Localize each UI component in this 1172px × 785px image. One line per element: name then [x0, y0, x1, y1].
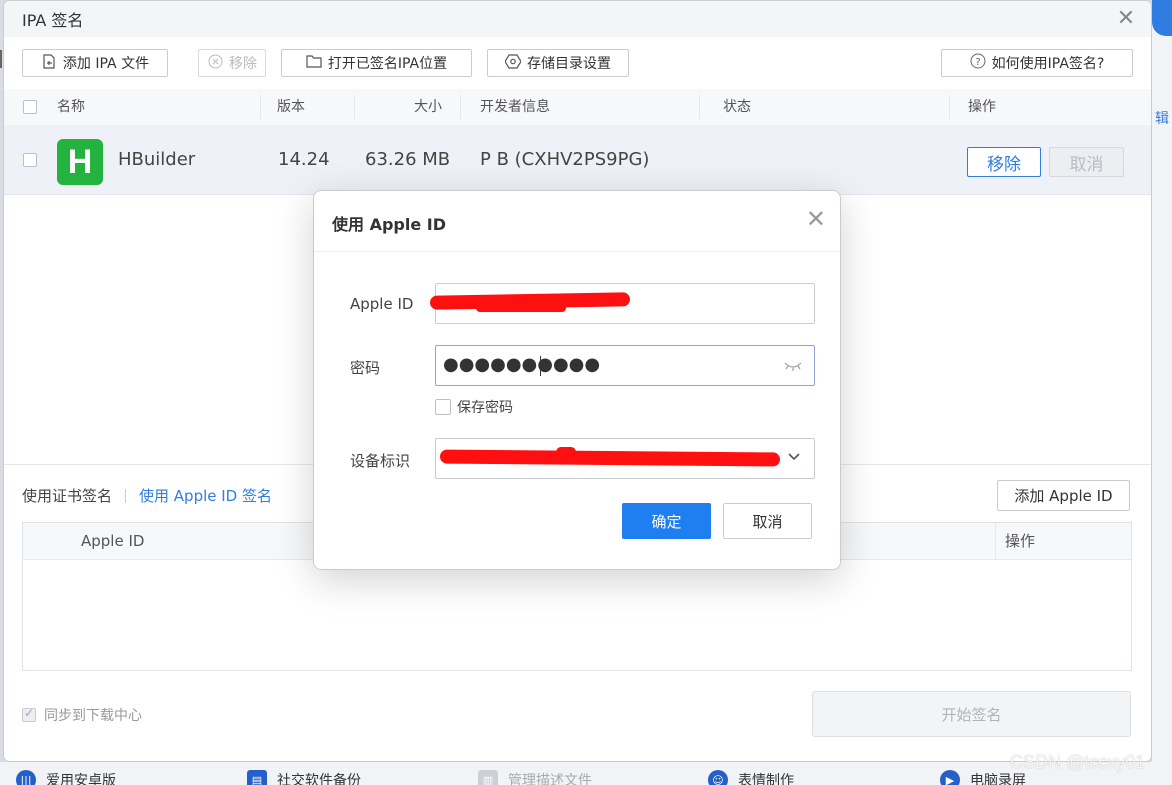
emoji-icon: ☺ [708, 770, 728, 785]
row-remove-button[interactable]: 移除 [967, 147, 1041, 177]
android-app-icon: ||| [16, 770, 36, 785]
add-apple-id-button[interactable]: 添加 Apple ID [997, 480, 1130, 511]
svg-text:?: ? [975, 57, 980, 68]
row-cancel-button[interactable]: 取消 [1049, 147, 1124, 177]
header-divider [949, 95, 950, 119]
tab-apple-id-sign[interactable]: 使用 Apple ID 签名 [139, 485, 272, 506]
add-ipa-label: 添加 IPA 文件 [62, 56, 150, 72]
select-all-checkbox[interactable] [23, 100, 37, 114]
header-size: 大小 [414, 99, 442, 115]
text-caret [540, 356, 541, 376]
header-divider [260, 95, 261, 119]
taskbar-item-label: 爱用安卓版 [46, 773, 116, 785]
header-divider [354, 95, 355, 119]
header-apple-id-action: 操作 [1005, 532, 1036, 550]
sign-mode-tabs: 使用证书签名 使用 Apple ID 签名 [22, 485, 272, 506]
tab-separator [125, 488, 127, 503]
password-label: 密码 [350, 359, 381, 377]
apple-id-label: Apple ID [350, 295, 414, 313]
cancel-button[interactable]: 取消 [723, 503, 812, 539]
profile-icon: ▥ [478, 770, 498, 785]
dialog-title: 使用 Apple ID [332, 215, 447, 234]
background-header-corner [1152, 0, 1172, 36]
device-select[interactable] [435, 438, 815, 479]
save-password-option[interactable]: 保存密码 [435, 397, 513, 417]
sync-checkbox[interactable] [22, 706, 36, 722]
remove-circle-icon [207, 54, 223, 73]
folder-icon [306, 54, 322, 72]
row-version: 14.24 [278, 149, 330, 170]
storage-settings-label: 存储目录设置 [527, 56, 611, 72]
remove-button[interactable]: 移除 [198, 49, 266, 77]
storage-settings-button[interactable]: 存储目录设置 [487, 49, 629, 77]
row-checkbox[interactable] [23, 153, 37, 171]
header-divider [699, 95, 700, 119]
save-password-checkbox[interactable] [435, 399, 451, 415]
add-ipa-button[interactable]: 添加 IPA 文件 [22, 49, 168, 77]
header-apple-id: Apple ID [81, 532, 145, 550]
device-label: 设备标识 [350, 452, 411, 470]
header-status: 状态 [723, 99, 751, 115]
taskbar-item[interactable]: ▥ 管理描述文件 [478, 770, 592, 785]
taskbar-item[interactable]: ☺ 表情制作 [708, 770, 794, 785]
background-app-edge: 辑 [1152, 0, 1172, 785]
taskbar-item[interactable]: ▤ 社交软件备份 [247, 770, 361, 785]
window-title: IPA 签名 [22, 11, 84, 30]
row-app-name: HBuilder [118, 149, 196, 170]
help-button[interactable]: ? 如何使用IPA签名? [941, 49, 1133, 77]
password-input[interactable]: ●●●●●●●●●● [435, 345, 815, 386]
dialog-divider [314, 251, 840, 252]
backup-icon: ▤ [247, 770, 267, 785]
screen-record-icon: ▶ [940, 770, 960, 785]
toolbar: 添加 IPA 文件 移除 打开已签名IPA位置 存储目录设置 ? 如何使用IPA… [4, 37, 1151, 89]
header-divider [995, 523, 996, 560]
table-row[interactable]: H HBuilder 14.24 63.26 MB P B (CXHV2PS9P… [4, 125, 1151, 195]
header-version: 版本 [277, 99, 305, 115]
settings-icon [504, 53, 522, 73]
eye-closed-icon[interactable] [784, 356, 802, 375]
confirm-button[interactable]: 确定 [622, 503, 711, 539]
apple-id-redaction [476, 304, 566, 312]
help-label: 如何使用IPA签名? [991, 56, 1105, 72]
window-titlebar: IPA 签名 [4, 1, 1151, 37]
dialog-close-icon[interactable]: ✕ [806, 207, 826, 231]
chevron-down-icon[interactable] [786, 448, 802, 464]
header-action: 操作 [968, 99, 996, 115]
header-name: 名称 [57, 99, 85, 115]
remove-label: 移除 [229, 56, 257, 72]
header-divider [460, 95, 461, 119]
password-value: ●●●●●●●●●● [443, 354, 601, 375]
hbuilder-app-icon: H [57, 139, 103, 185]
open-signed-location-button[interactable]: 打开已签名IPA位置 [281, 49, 472, 77]
help-icon: ? [970, 53, 986, 73]
start-sign-button[interactable]: 开始签名 [812, 691, 1131, 737]
taskbar-item-label: 表情制作 [738, 773, 794, 785]
device-redaction [556, 447, 576, 457]
watermark: CSDN @tccxy01 [1010, 752, 1146, 772]
tab-certificate-sign[interactable]: 使用证书签名 [22, 485, 112, 506]
row-developer: P B (CXHV2PS9PG) [480, 149, 650, 170]
save-password-label: 保存密码 [457, 400, 513, 416]
background-taskbar: ||| 爱用安卓版 ▤ 社交软件备份 ▥ 管理描述文件 ☺ 表情制作 ▶ 电脑录屏 [0, 762, 1152, 785]
add-file-icon [41, 53, 57, 73]
header-developer: 开发者信息 [480, 99, 550, 115]
sync-label: 同步到下载中心 [44, 708, 142, 724]
device-redaction [439, 449, 781, 467]
background-side-text: 辑 [1155, 111, 1169, 127]
apple-id-input[interactable] [429, 283, 815, 324]
window-close-icon[interactable]: ✕ [1115, 8, 1137, 30]
apple-id-dialog: 使用 Apple ID ✕ Apple ID 密码 ●●●●●●●●●● 保存密… [313, 190, 841, 570]
taskbar-item[interactable]: ||| 爱用安卓版 [16, 770, 116, 785]
open-signed-location-label: 打开已签名IPA位置 [327, 56, 448, 72]
taskbar-item-label: 社交软件备份 [277, 773, 361, 785]
row-size: 63.26 MB [365, 149, 451, 170]
sync-download-center[interactable]: 同步到下载中心 [22, 705, 142, 725]
ipa-table-header: 名称 版本 大小 开发者信息 状态 操作 [4, 89, 1151, 125]
taskbar-item-label: 管理描述文件 [508, 773, 592, 785]
